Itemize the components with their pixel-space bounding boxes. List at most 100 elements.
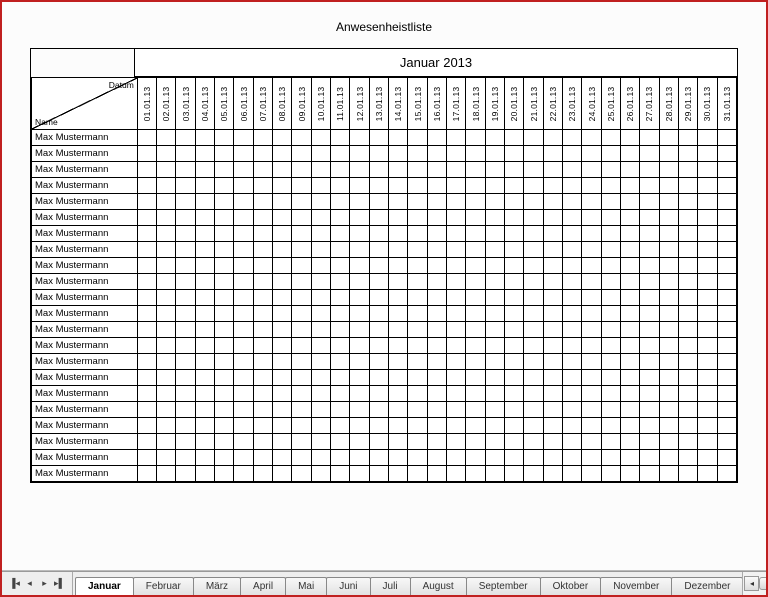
- attendance-cell[interactable]: [466, 338, 485, 354]
- attendance-cell[interactable]: [447, 162, 466, 178]
- attendance-cell[interactable]: [582, 450, 601, 466]
- attendance-cell[interactable]: [524, 466, 543, 482]
- attendance-cell[interactable]: [215, 386, 234, 402]
- attendance-cell[interactable]: [543, 226, 562, 242]
- attendance-cell[interactable]: [659, 466, 678, 482]
- attendance-cell[interactable]: [698, 146, 717, 162]
- attendance-cell[interactable]: [157, 370, 176, 386]
- attendance-cell[interactable]: [485, 434, 504, 450]
- attendance-cell[interactable]: [563, 338, 582, 354]
- attendance-cell[interactable]: [234, 322, 253, 338]
- attendance-cell[interactable]: [369, 434, 388, 450]
- scroll-left-button[interactable]: ◂: [744, 576, 759, 591]
- attendance-cell[interactable]: [350, 386, 369, 402]
- attendance-cell[interactable]: [621, 210, 640, 226]
- attendance-cell[interactable]: [176, 466, 195, 482]
- attendance-cell[interactable]: [273, 130, 292, 146]
- attendance-cell[interactable]: [253, 450, 272, 466]
- attendance-cell[interactable]: [601, 162, 620, 178]
- attendance-cell[interactable]: [698, 402, 717, 418]
- attendance-cell[interactable]: [369, 274, 388, 290]
- attendance-cell[interactable]: [369, 418, 388, 434]
- attendance-cell[interactable]: [234, 162, 253, 178]
- attendance-cell[interactable]: [195, 130, 214, 146]
- attendance-cell[interactable]: [253, 466, 272, 482]
- attendance-cell[interactable]: [427, 290, 446, 306]
- attendance-cell[interactable]: [659, 386, 678, 402]
- attendance-cell[interactable]: [427, 466, 446, 482]
- attendance-cell[interactable]: [466, 434, 485, 450]
- attendance-cell[interactable]: [466, 418, 485, 434]
- sheet-tab-august[interactable]: August: [410, 577, 467, 595]
- attendance-cell[interactable]: [543, 322, 562, 338]
- attendance-cell[interactable]: [253, 242, 272, 258]
- attendance-cell[interactable]: [408, 322, 427, 338]
- attendance-cell[interactable]: [659, 162, 678, 178]
- attendance-cell[interactable]: [582, 370, 601, 386]
- attendance-cell[interactable]: [621, 194, 640, 210]
- attendance-cell[interactable]: [698, 194, 717, 210]
- attendance-cell[interactable]: [505, 402, 524, 418]
- attendance-cell[interactable]: [215, 162, 234, 178]
- attendance-cell[interactable]: [447, 466, 466, 482]
- attendance-cell[interactable]: [640, 290, 659, 306]
- attendance-cell[interactable]: [543, 274, 562, 290]
- attendance-cell[interactable]: [601, 226, 620, 242]
- attendance-cell[interactable]: [176, 146, 195, 162]
- attendance-cell[interactable]: [234, 386, 253, 402]
- attendance-cell[interactable]: [543, 258, 562, 274]
- attendance-cell[interactable]: [253, 274, 272, 290]
- attendance-cell[interactable]: [582, 418, 601, 434]
- attendance-cell[interactable]: [195, 290, 214, 306]
- attendance-cell[interactable]: [717, 450, 736, 466]
- attendance-cell[interactable]: [601, 290, 620, 306]
- attendance-cell[interactable]: [678, 178, 697, 194]
- attendance-cell[interactable]: [389, 258, 408, 274]
- attendance-cell[interactable]: [678, 274, 697, 290]
- attendance-cell[interactable]: [292, 402, 311, 418]
- attendance-cell[interactable]: [215, 450, 234, 466]
- attendance-cell[interactable]: [601, 242, 620, 258]
- attendance-cell[interactable]: [485, 146, 504, 162]
- attendance-cell[interactable]: [563, 258, 582, 274]
- attendance-cell[interactable]: [311, 386, 330, 402]
- attendance-cell[interactable]: [253, 226, 272, 242]
- attendance-cell[interactable]: [157, 322, 176, 338]
- attendance-cell[interactable]: [157, 338, 176, 354]
- attendance-cell[interactable]: [698, 338, 717, 354]
- attendance-cell[interactable]: [678, 386, 697, 402]
- attendance-cell[interactable]: [582, 242, 601, 258]
- attendance-cell[interactable]: [311, 338, 330, 354]
- attendance-cell[interactable]: [253, 322, 272, 338]
- attendance-cell[interactable]: [524, 194, 543, 210]
- attendance-cell[interactable]: [195, 226, 214, 242]
- attendance-cell[interactable]: [234, 178, 253, 194]
- attendance-cell[interactable]: [582, 338, 601, 354]
- attendance-cell[interactable]: [621, 370, 640, 386]
- attendance-cell[interactable]: [253, 162, 272, 178]
- attendance-cell[interactable]: [350, 274, 369, 290]
- attendance-cell[interactable]: [621, 354, 640, 370]
- attendance-cell[interactable]: [408, 466, 427, 482]
- attendance-cell[interactable]: [505, 178, 524, 194]
- attendance-cell[interactable]: [195, 258, 214, 274]
- attendance-cell[interactable]: [369, 226, 388, 242]
- attendance-cell[interactable]: [408, 290, 427, 306]
- attendance-cell[interactable]: [601, 178, 620, 194]
- attendance-cell[interactable]: [447, 402, 466, 418]
- attendance-cell[interactable]: [137, 354, 156, 370]
- attendance-cell[interactable]: [427, 226, 446, 242]
- attendance-cell[interactable]: [234, 450, 253, 466]
- attendance-cell[interactable]: [369, 338, 388, 354]
- attendance-cell[interactable]: [331, 290, 350, 306]
- attendance-cell[interactable]: [234, 274, 253, 290]
- attendance-cell[interactable]: [466, 290, 485, 306]
- attendance-cell[interactable]: [621, 386, 640, 402]
- attendance-cell[interactable]: [582, 210, 601, 226]
- attendance-cell[interactable]: [717, 386, 736, 402]
- attendance-cell[interactable]: [717, 258, 736, 274]
- attendance-cell[interactable]: [678, 194, 697, 210]
- attendance-cell[interactable]: [273, 386, 292, 402]
- attendance-cell[interactable]: [524, 450, 543, 466]
- attendance-cell[interactable]: [389, 450, 408, 466]
